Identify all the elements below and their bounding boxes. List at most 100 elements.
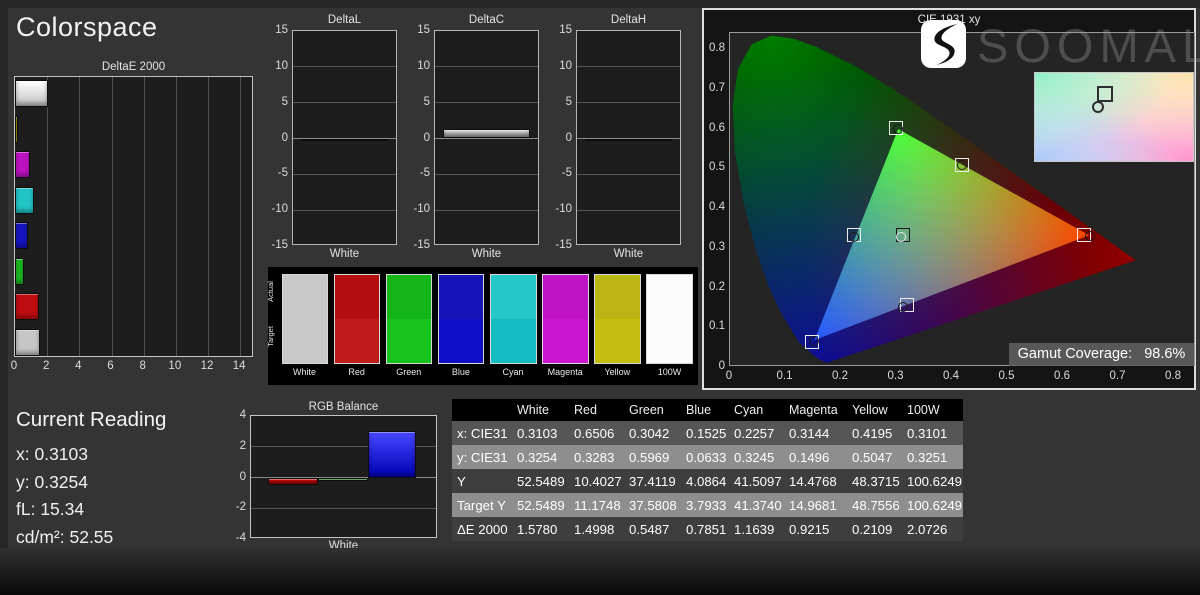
- current-reading-title: Current Reading: [16, 408, 166, 432]
- rgb-ytick: 0: [240, 471, 246, 483]
- table-cell: 100.6249: [902, 469, 963, 493]
- table-cell: 48.3715: [847, 469, 902, 493]
- top-edge-strip: [0, 0, 1200, 8]
- swatch-actual-red: [334, 274, 381, 319]
- deltaH-gridline: [577, 210, 680, 211]
- table-cell: x: CIE31: [452, 421, 512, 445]
- deltae-xtick: 8: [139, 360, 145, 372]
- deltae-bar-100w: [15, 80, 48, 107]
- deltae-xtick: 10: [168, 360, 181, 372]
- table-cell: 48.7556: [847, 493, 902, 517]
- cie-1931-panel: CIE 1931 xy: [702, 8, 1196, 390]
- current-reading-fl: fL: 15.34: [16, 499, 84, 520]
- table-cell: 0.2109: [847, 517, 902, 541]
- table-cell: 0.3254: [512, 445, 569, 469]
- deltae-gridline: [112, 77, 113, 356]
- swatch-label-white: White: [279, 367, 331, 377]
- deltae-xtick: 0: [11, 360, 17, 372]
- deltaL-bar-white: [301, 139, 388, 141]
- table-header-blank: [452, 399, 512, 421]
- deltae-gridline: [47, 77, 48, 356]
- rgb-ytick: 2: [240, 440, 246, 452]
- deltaH-bar-white: [585, 139, 672, 141]
- deltae-xtick: 4: [75, 360, 81, 372]
- swatch-label-yellow: Yellow: [591, 367, 643, 377]
- swatch-target-blue: [438, 319, 485, 364]
- swatch-actual-blue: [438, 274, 485, 319]
- deltae-gridline: [240, 77, 241, 356]
- table-row: y: CIE310.32540.32830.59690.06330.32450.…: [452, 445, 963, 469]
- deltaH-ytick: 10: [559, 60, 572, 72]
- deltaH-ytick: 0: [566, 132, 572, 144]
- table-cell: 37.4119: [624, 469, 681, 493]
- soomal-watermark: SOOMAL: [977, 18, 1200, 73]
- deltaL-ytick: -5: [278, 167, 288, 179]
- cie-xtick: 0.7: [1110, 370, 1126, 382]
- table-cell: 0.3283: [569, 445, 624, 469]
- cie-ytick: 0.7: [709, 82, 725, 94]
- app-window: Colorspace DeltaE 2000 DeltaL151050-5-10…: [0, 0, 1200, 595]
- table-cell: 0.5969: [624, 445, 681, 469]
- table-cell: 0.4195: [847, 421, 902, 445]
- swatch-label-red: Red: [331, 367, 383, 377]
- swatch-label-cyan: Cyan: [487, 367, 539, 377]
- measurement-table: WhiteRedGreenBlueCyanMagentaYellow100W x…: [452, 399, 963, 541]
- rgb-ytick: -4: [236, 532, 246, 544]
- table-cell: 0.5487: [624, 517, 681, 541]
- table-cell: 3.7933: [681, 493, 729, 517]
- deltaL-gridline: [293, 174, 396, 175]
- deltae-xtick: 6: [107, 360, 113, 372]
- table-cell: 11.1748: [569, 493, 624, 517]
- deltaL-gridline: [293, 210, 396, 211]
- cie-actual-green: [893, 124, 903, 134]
- inset-target-square-marker: [1097, 86, 1113, 102]
- cie-ytick: 0: [719, 360, 725, 372]
- current-reading-luminance: cd/m²: 52.55: [16, 527, 113, 548]
- deltaC-gridline: [435, 66, 538, 67]
- deltaH-gridline: [577, 66, 680, 67]
- actual-target-swatch-panel: Actual Target WhiteRedGreenBlueCyanMagen…: [268, 267, 698, 385]
- swatch-target-magenta: [542, 319, 589, 364]
- table-header-blue: Blue: [681, 399, 729, 421]
- swatch-actual-green: [386, 274, 433, 319]
- swatch-target-white: [282, 319, 329, 364]
- table-cell: Y: [452, 469, 512, 493]
- swatch-actual-yellow: [594, 274, 641, 319]
- deltae-chart-plot: [14, 76, 253, 357]
- rgb-ytick: 4: [240, 409, 246, 421]
- table-cell: 37.5808: [624, 493, 681, 517]
- deltaL-ytick: 15: [275, 24, 288, 36]
- cie-actual-magenta: [898, 302, 908, 312]
- swatch-target-yellow: [594, 319, 641, 364]
- deltaC-ytick: 15: [417, 24, 430, 36]
- cie-ytick: 0.4: [709, 201, 725, 213]
- cie-xtick: 0.1: [777, 370, 793, 382]
- table-header-white: White: [512, 399, 569, 421]
- table-cell: y: CIE31: [452, 445, 512, 469]
- swatch-label-blue: Blue: [435, 367, 487, 377]
- white-point-zoom-inset: [1034, 72, 1194, 162]
- deltae-gridline: [208, 77, 209, 356]
- swatch-target-green: [386, 319, 433, 364]
- deltae-bar-magenta: [15, 151, 30, 178]
- table-header-100w: 100W: [902, 399, 963, 421]
- cie-ytick: 0.8: [709, 42, 725, 54]
- deltaL-gridline: [293, 66, 396, 67]
- deltaH-axis-label: White: [576, 248, 681, 260]
- table-cell: 0.5047: [847, 445, 902, 469]
- cie-actual-white: [896, 232, 906, 242]
- deltaH-ytick: 5: [566, 96, 572, 108]
- deltae-gridline: [79, 77, 80, 356]
- deltaC-ytick: -5: [420, 167, 430, 179]
- deltae-bar-white: [15, 329, 40, 356]
- deltaL-ytick: 10: [275, 60, 288, 72]
- rgb-ytick: -2: [236, 501, 246, 513]
- table-cell: 0.1496: [784, 445, 847, 469]
- deltaL-ytick: -10: [271, 203, 288, 215]
- table-cell: 100.6249: [902, 493, 963, 517]
- table-cell: 4.0864: [681, 469, 729, 493]
- table-cell: 0.0633: [681, 445, 729, 469]
- bottom-control-bar: WhiteRedGreenBlueCyanMagentaYellow100W ■…: [0, 548, 1200, 595]
- table-cell: 1.4998: [569, 517, 624, 541]
- deltae-xtick: 2: [43, 360, 49, 372]
